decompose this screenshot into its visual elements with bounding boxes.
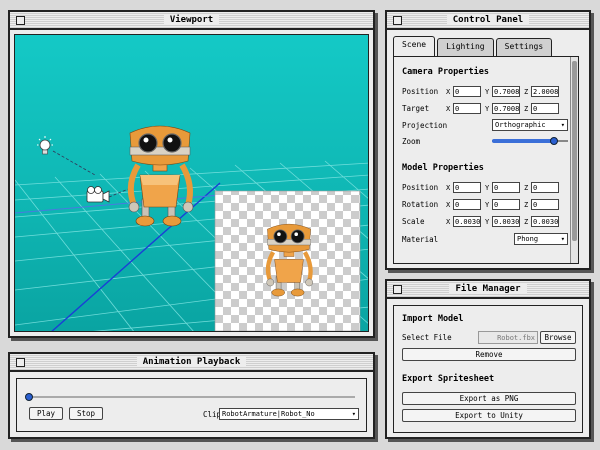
camera-target-z-input[interactable]: 0 <box>531 103 559 114</box>
animation-playback-title: Animation Playback <box>136 357 247 367</box>
stop-button[interactable]: Stop <box>69 407 103 420</box>
axis-z-label: Z <box>524 201 529 209</box>
model-scale-z-input[interactable]: 0.0030 <box>531 216 559 227</box>
material-select-value: Phong <box>517 235 539 243</box>
camera-icon[interactable] <box>86 186 110 203</box>
animation-playback-content: Play Stop Clip RobotArmature|Robot_No ▾ <box>16 378 367 432</box>
file-manager-close-box[interactable] <box>393 285 402 294</box>
timeline-handle[interactable] <box>25 393 33 401</box>
axis-x-label: X <box>446 88 451 96</box>
model-rotation-y-input[interactable]: 0 <box>492 199 520 210</box>
browse-button[interactable]: Browse <box>540 331 576 344</box>
axis-x-label: X <box>446 184 451 192</box>
clip-select[interactable]: RobotArmature|Robot_No ▾ <box>219 408 359 420</box>
axis-y-label: Y <box>485 201 490 209</box>
axis-x-label: X <box>446 218 451 226</box>
scene-scrollbar[interactable] <box>570 57 578 263</box>
model-scale-x-input[interactable]: 0.0030 <box>453 216 481 227</box>
animation-playback-panel: Animation Playback Play Stop Clip RobotA… <box>8 352 375 439</box>
viewport-panel: Viewport <box>8 10 375 338</box>
robot-model[interactable] <box>127 125 194 227</box>
camera-position-z-input[interactable]: 2.0008 <box>531 86 559 97</box>
model-scale-y-input[interactable]: 0.0030 <box>492 216 520 227</box>
file-manager-panel: File Manager Import Model Select File Ro… <box>385 279 591 439</box>
control-panel-title: Control Panel <box>446 15 530 25</box>
model-scale-label: Scale <box>402 217 425 226</box>
material-label: Material <box>402 235 439 244</box>
chevron-down-icon: ▾ <box>560 235 565 243</box>
animation-playback-close-box[interactable] <box>16 358 25 367</box>
light-bulb-icon[interactable] <box>37 136 53 155</box>
zoom-label: Zoom <box>402 137 421 146</box>
viewport-title: Viewport <box>163 15 220 25</box>
scene-scrollbar-thumb[interactable] <box>572 61 577 241</box>
file-manager-title: File Manager <box>449 284 527 294</box>
model-position-label: Position <box>402 183 439 192</box>
zoom-slider-fill <box>492 139 555 143</box>
viewport-canvas[interactable] <box>14 34 369 332</box>
light-direction-line <box>52 150 96 176</box>
axis-y-label: Y <box>485 88 490 96</box>
selected-file-field[interactable]: Robot.fbx <box>478 331 538 344</box>
camera-position-y-input[interactable]: 0.7008 <box>492 86 520 97</box>
axis-y-label: Y <box>485 184 490 192</box>
projection-select[interactable]: Orthographic ▾ <box>492 119 568 131</box>
scene-tab-content: Camera Properties Position X 0 Y 0.7008 … <box>393 56 579 264</box>
chevron-down-icon: ▾ <box>351 410 356 418</box>
control-panel-tabs: Scene Lighting Settings <box>393 36 553 56</box>
camera-position-x-input[interactable]: 0 <box>453 86 481 97</box>
model-position-z-input[interactable]: 0 <box>531 182 559 193</box>
camera-target-label: Target <box>402 104 430 113</box>
camera-target-x-input[interactable]: 0 <box>453 103 481 114</box>
model-rotation-z-input[interactable]: 0 <box>531 199 559 210</box>
axis-z-label: Z <box>524 184 529 192</box>
axis-y-label: Y <box>485 218 490 226</box>
camera-properties-heading: Camera Properties <box>402 67 489 77</box>
tab-settings[interactable]: Settings <box>495 38 553 56</box>
axis-x-label: X <box>446 105 451 113</box>
projection-label: Projection <box>402 121 448 130</box>
control-panel-close-box[interactable] <box>393 16 402 25</box>
control-panel-titlebar[interactable]: Control Panel <box>387 12 589 30</box>
export-png-button[interactable]: Export as PNG <box>402 392 576 405</box>
select-file-label: Select File <box>402 333 452 342</box>
file-manager-titlebar[interactable]: File Manager <box>387 281 589 299</box>
zoom-slider-handle[interactable] <box>550 137 559 145</box>
viewport-titlebar[interactable]: Viewport <box>10 12 373 30</box>
viewport-close-box[interactable] <box>16 16 25 25</box>
remove-button[interactable]: Remove <box>402 348 576 361</box>
axis-z-label: Z <box>524 105 529 113</box>
axis-z-label: Z <box>524 218 529 226</box>
model-position-y-input[interactable]: 0 <box>492 182 520 193</box>
projection-select-value: Orthographic <box>495 121 546 129</box>
animation-playback-titlebar[interactable]: Animation Playback <box>10 354 373 372</box>
axis-x-label: X <box>446 201 451 209</box>
tab-scene[interactable]: Scene <box>393 36 436 56</box>
model-rotation-x-input[interactable]: 0 <box>453 199 481 210</box>
export-spritesheet-heading: Export Spritesheet <box>402 374 495 384</box>
sprite-preview <box>214 190 361 331</box>
camera-target-y-input[interactable]: 0.7008 <box>492 103 520 114</box>
model-rotation-label: Rotation <box>402 200 439 209</box>
import-model-heading: Import Model <box>402 314 464 324</box>
export-unity-button[interactable]: Export to Unity <box>402 409 576 422</box>
axis-z-label: Z <box>524 88 529 96</box>
timeline-track[interactable] <box>29 396 355 398</box>
model-properties-heading: Model Properties <box>402 163 484 173</box>
axis-y-label: Y <box>485 105 490 113</box>
material-select[interactable]: Phong ▾ <box>514 233 568 245</box>
tab-lighting[interactable]: Lighting <box>437 38 494 56</box>
clip-select-value: RobotArmature|Robot_No <box>222 410 315 418</box>
file-manager-content: Import Model Select File Robot.fbx Brows… <box>393 305 583 433</box>
camera-position-label: Position <box>402 87 439 96</box>
scene-svg <box>15 125 368 331</box>
play-button[interactable]: Play <box>29 407 63 420</box>
chevron-down-icon: ▾ <box>560 121 565 129</box>
control-panel: Control Panel Scene Lighting Settings Ca… <box>385 10 591 270</box>
model-position-x-input[interactable]: 0 <box>453 182 481 193</box>
